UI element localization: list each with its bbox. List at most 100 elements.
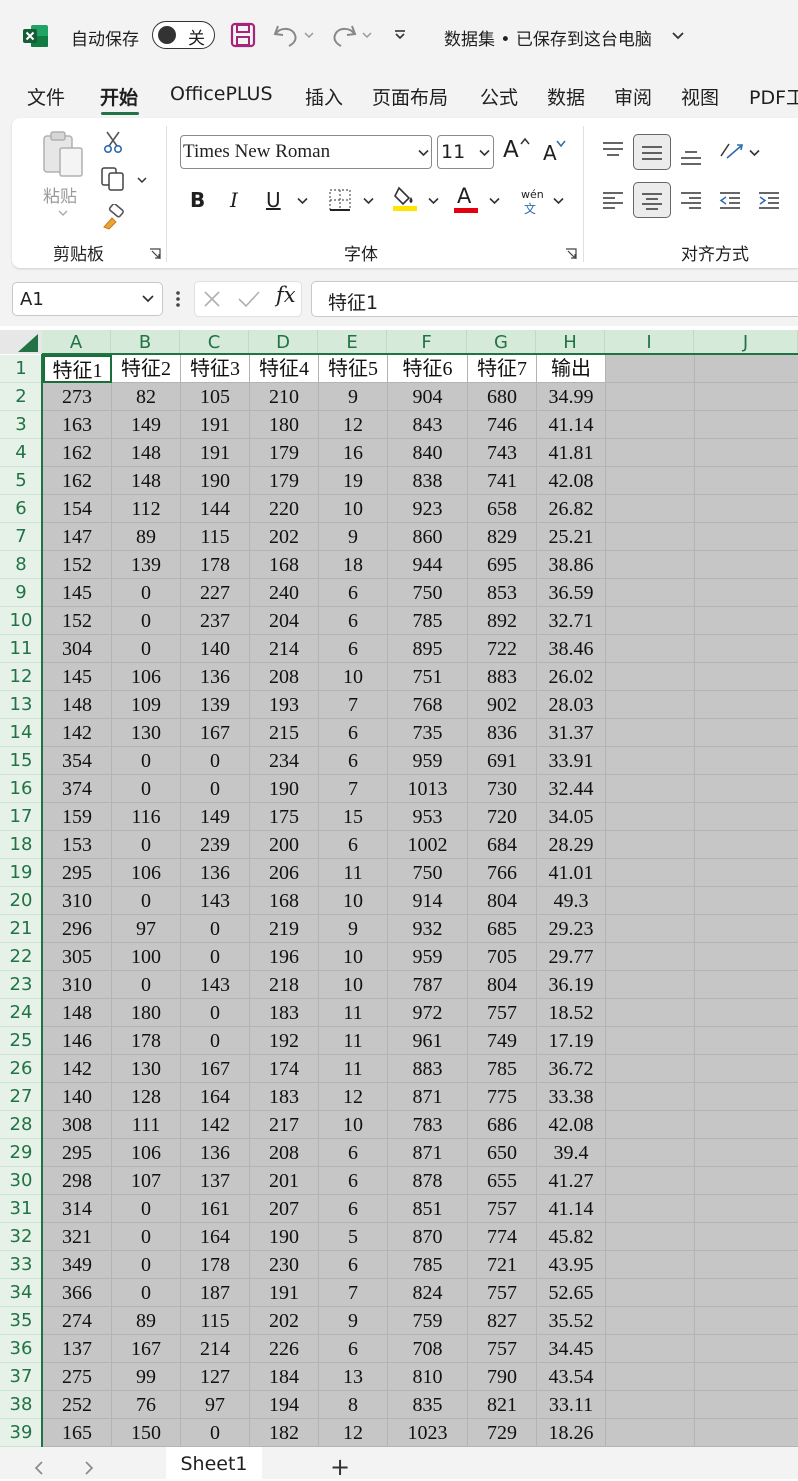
- undo-dropdown-icon[interactable]: [303, 30, 315, 40]
- table-cell[interactable]: 106: [112, 1139, 181, 1167]
- orientation-icon[interactable]: [717, 138, 745, 164]
- table-cell[interactable]: 883: [388, 1055, 468, 1083]
- table-cell[interactable]: [695, 635, 798, 663]
- table-cell[interactable]: 273: [43, 383, 112, 411]
- table-cell[interactable]: [606, 943, 695, 971]
- header-cell[interactable]: [695, 355, 798, 383]
- table-cell[interactable]: [695, 1083, 798, 1111]
- table-cell[interactable]: 829: [468, 523, 537, 551]
- table-cell[interactable]: 178: [181, 551, 250, 579]
- table-cell[interactable]: 923: [388, 495, 468, 523]
- row-header[interactable]: 14: [0, 719, 42, 747]
- row-header[interactable]: 18: [0, 831, 42, 859]
- table-cell[interactable]: 12: [319, 1419, 388, 1447]
- table-cell[interactable]: 743: [468, 439, 537, 467]
- table-cell[interactable]: 105: [181, 383, 250, 411]
- table-cell[interactable]: 41.27: [537, 1167, 606, 1195]
- table-cell[interactable]: 100: [112, 943, 181, 971]
- table-cell[interactable]: 6: [319, 1139, 388, 1167]
- paste-icon[interactable]: [40, 130, 86, 178]
- table-cell[interactable]: [606, 1083, 695, 1111]
- table-cell[interactable]: 354: [43, 747, 112, 775]
- table-cell[interactable]: 217: [250, 1111, 319, 1139]
- table-cell[interactable]: 708: [388, 1335, 468, 1363]
- table-cell[interactable]: [606, 551, 695, 579]
- header-cell[interactable]: 特征3: [181, 355, 250, 383]
- header-cell[interactable]: 特征1: [43, 355, 112, 383]
- add-sheet-button[interactable]: +: [330, 1453, 350, 1481]
- table-cell[interactable]: 152: [43, 551, 112, 579]
- table-cell[interactable]: 775: [468, 1083, 537, 1111]
- table-cell[interactable]: 25.21: [537, 523, 606, 551]
- table-cell[interactable]: 36.72: [537, 1055, 606, 1083]
- table-cell[interactable]: 180: [250, 411, 319, 439]
- table-cell[interactable]: 0: [181, 915, 250, 943]
- table-cell[interactable]: [695, 775, 798, 803]
- table-cell[interactable]: 0: [112, 775, 181, 803]
- row-header[interactable]: 32: [0, 1223, 42, 1251]
- table-cell[interactable]: [606, 803, 695, 831]
- table-cell[interactable]: [695, 1027, 798, 1055]
- table-cell[interactable]: 870: [388, 1223, 468, 1251]
- table-cell[interactable]: [695, 831, 798, 859]
- table-cell[interactable]: 106: [112, 663, 181, 691]
- table-cell[interactable]: [606, 1363, 695, 1391]
- table-cell[interactable]: 230: [250, 1251, 319, 1279]
- row-header[interactable]: 13: [0, 691, 42, 719]
- row-header[interactable]: 22: [0, 943, 42, 971]
- table-cell[interactable]: 208: [250, 663, 319, 691]
- table-cell[interactable]: 0: [112, 1195, 181, 1223]
- table-cell[interactable]: 165: [43, 1419, 112, 1447]
- row-header[interactable]: 29: [0, 1139, 42, 1167]
- table-cell[interactable]: 52.65: [537, 1279, 606, 1307]
- table-cell[interactable]: 206: [250, 859, 319, 887]
- table-cell[interactable]: [695, 523, 798, 551]
- borders-dropdown-icon[interactable]: [363, 197, 374, 205]
- table-cell[interactable]: 730: [468, 775, 537, 803]
- table-cell[interactable]: 137: [181, 1167, 250, 1195]
- table-cell[interactable]: 174: [250, 1055, 319, 1083]
- table-cell[interactable]: 99: [112, 1363, 181, 1391]
- table-cell[interactable]: 214: [250, 635, 319, 663]
- fill-color-dropdown-icon[interactable]: [428, 197, 439, 205]
- table-cell[interactable]: 349: [43, 1251, 112, 1279]
- table-cell[interactable]: [606, 495, 695, 523]
- table-cell[interactable]: 0: [181, 1027, 250, 1055]
- header-cell[interactable]: [606, 355, 695, 383]
- table-cell[interactable]: 705: [468, 943, 537, 971]
- table-cell[interactable]: 26.82: [537, 495, 606, 523]
- decrease-font-button[interactable]: A: [543, 141, 557, 165]
- table-cell[interactable]: 10: [319, 1111, 388, 1139]
- table-cell[interactable]: 0: [112, 1279, 181, 1307]
- table-cell[interactable]: 0: [181, 775, 250, 803]
- table-cell[interactable]: 18: [319, 551, 388, 579]
- table-cell[interactable]: 200: [250, 831, 319, 859]
- table-cell[interactable]: 774: [468, 1223, 537, 1251]
- table-cell[interactable]: 32.71: [537, 607, 606, 635]
- table-cell[interactable]: 785: [388, 607, 468, 635]
- table-cell[interactable]: 33.11: [537, 1391, 606, 1419]
- table-cell[interactable]: 895: [388, 635, 468, 663]
- table-cell[interactable]: 6: [319, 1195, 388, 1223]
- table-cell[interactable]: 136: [181, 859, 250, 887]
- table-cell[interactable]: 295: [43, 1139, 112, 1167]
- table-cell[interactable]: [606, 1027, 695, 1055]
- table-cell[interactable]: 757: [468, 999, 537, 1027]
- table-cell[interactable]: 7: [319, 775, 388, 803]
- table-cell[interactable]: 144: [181, 495, 250, 523]
- orientation-dropdown-icon[interactable]: [749, 149, 760, 157]
- table-cell[interactable]: 751: [388, 663, 468, 691]
- table-cell[interactable]: 191: [250, 1279, 319, 1307]
- table-cell[interactable]: 374: [43, 775, 112, 803]
- table-cell[interactable]: 275: [43, 1363, 112, 1391]
- table-cell[interactable]: [695, 1307, 798, 1335]
- table-cell[interactable]: 142: [181, 1111, 250, 1139]
- table-cell[interactable]: 41.14: [537, 411, 606, 439]
- paste-dropdown-icon[interactable]: [57, 208, 69, 218]
- table-cell[interactable]: 843: [388, 411, 468, 439]
- table-cell[interactable]: 305: [43, 943, 112, 971]
- table-cell[interactable]: [695, 859, 798, 887]
- table-cell[interactable]: 227: [181, 579, 250, 607]
- table-cell[interactable]: 0: [112, 607, 181, 635]
- table-cell[interactable]: 192: [250, 1027, 319, 1055]
